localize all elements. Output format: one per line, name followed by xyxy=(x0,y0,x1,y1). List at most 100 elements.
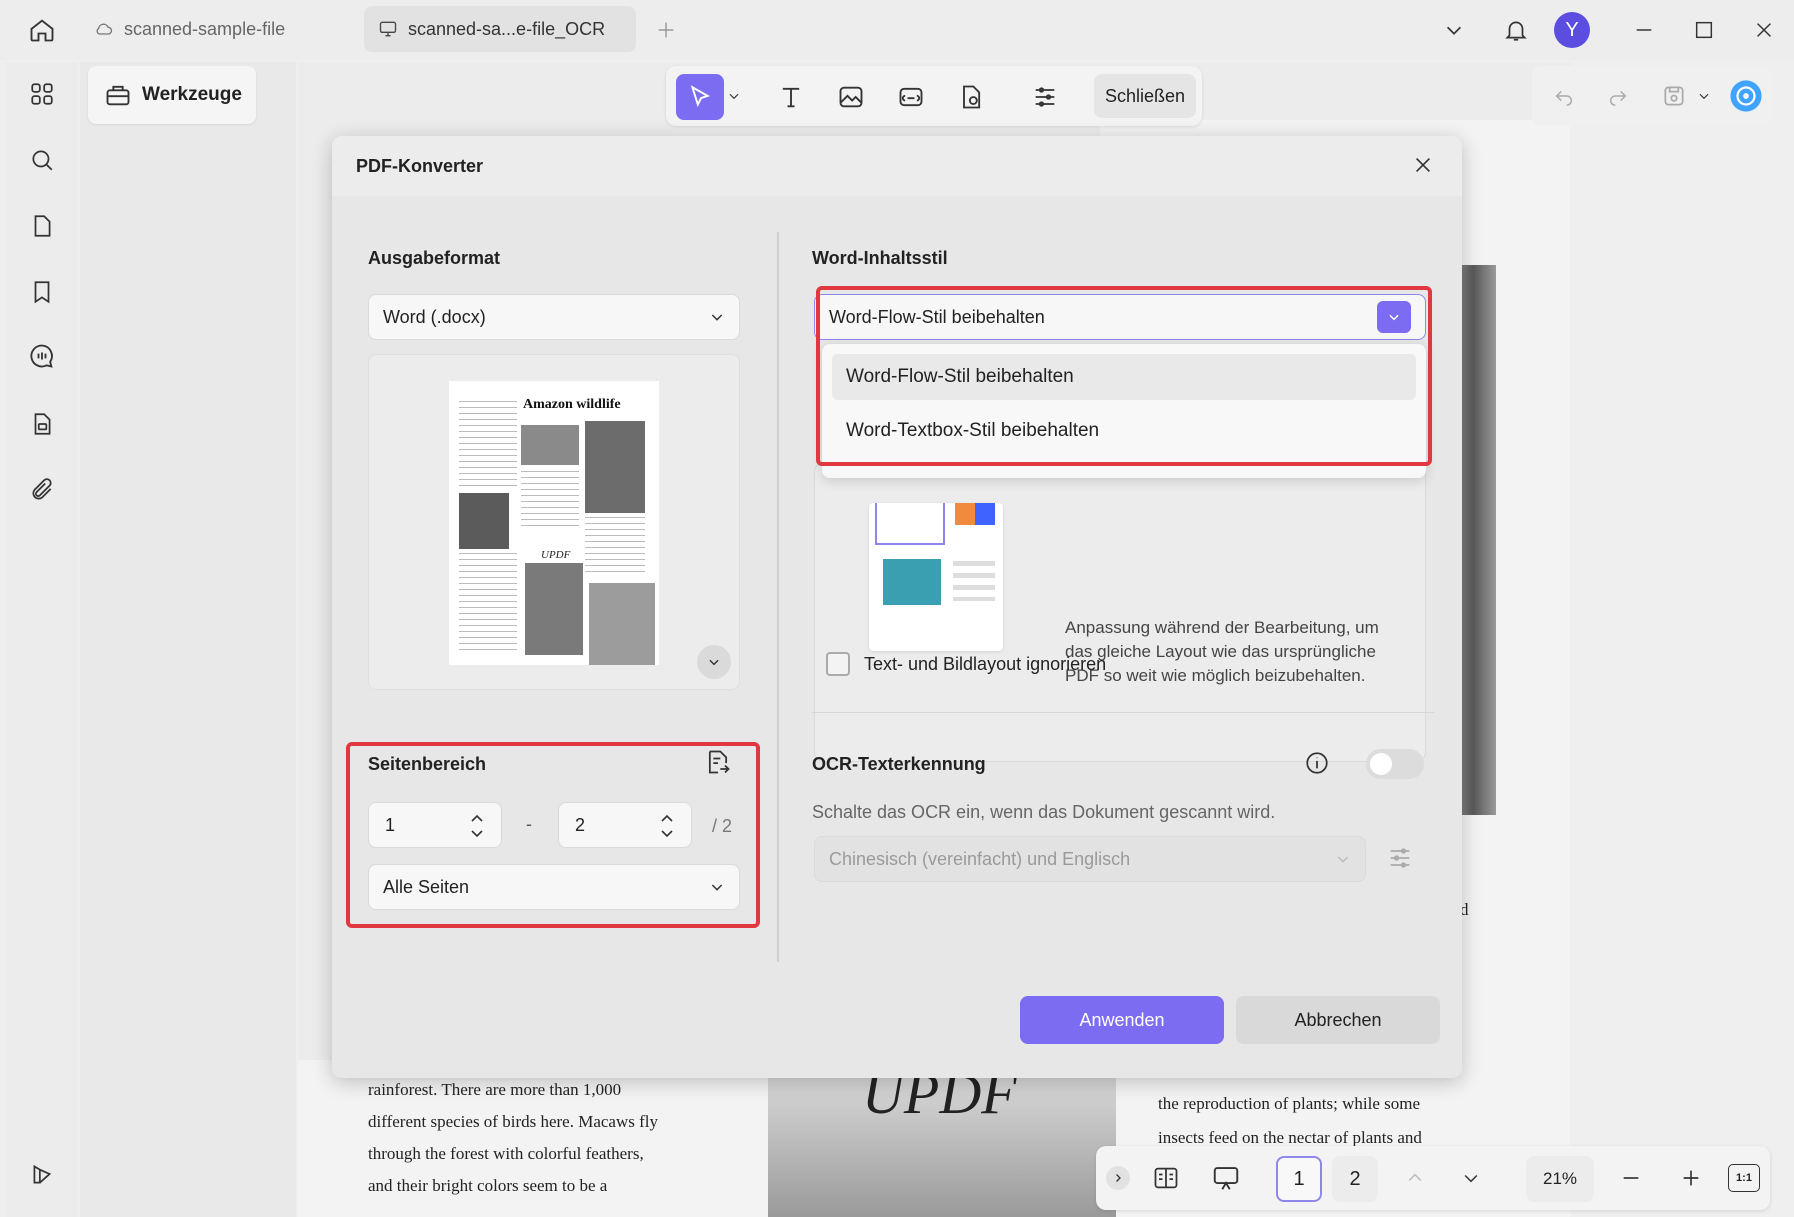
word-style-description-card: Anpassung während der Bearbeitung, um da… xyxy=(814,462,1426,762)
ocr-label: OCR-Texterkennung xyxy=(812,754,986,774)
location-tool-icon[interactable] xyxy=(954,80,988,114)
dialog-header xyxy=(332,136,1462,196)
document-thumbnail: Amazon wildlife UPDF xyxy=(449,381,659,665)
output-format-select[interactable]: Word (.docx) xyxy=(368,294,740,340)
bottom-toolbar: 1 2 21% 1:1 xyxy=(1096,1146,1770,1210)
comment-icon[interactable] xyxy=(24,338,60,374)
zoom-level[interactable]: 21% xyxy=(1526,1156,1594,1202)
search-icon[interactable] xyxy=(24,142,60,178)
ocr-language-value: Chinesisch (vereinfacht) und Englisch xyxy=(829,848,1131,869)
close-icon[interactable] xyxy=(1412,154,1436,178)
ignore-layout-checkbox[interactable] xyxy=(826,652,850,676)
close-window-icon[interactable] xyxy=(1750,16,1778,44)
doc-line: and their bright colors seem to be a xyxy=(368,1176,608,1195)
left-rail xyxy=(6,62,78,1217)
edit-toolbar: Schließen xyxy=(666,66,1202,126)
history-toolbar xyxy=(1532,66,1774,126)
doc-line: insects feed on the nectar of plants and xyxy=(1158,1128,1422,1147)
page-range-highlight xyxy=(346,742,760,928)
minimize-icon[interactable] xyxy=(1630,16,1658,44)
cursor-icon xyxy=(690,85,710,108)
avatar[interactable]: Y xyxy=(1554,12,1590,48)
tab-scanned-sample-file-ocr[interactable]: scanned-sa...e-file_OCR xyxy=(364,6,636,52)
maximize-icon[interactable] xyxy=(1690,16,1718,44)
presentation-icon[interactable] xyxy=(1208,1158,1244,1198)
page-2-button[interactable]: 2 xyxy=(1332,1156,1378,1202)
doc-line: different species of birds here. Macaws … xyxy=(368,1112,658,1131)
word-style-label: Word-Inhaltsstil xyxy=(812,248,948,268)
image-tool-icon[interactable] xyxy=(834,80,868,114)
thumbnail-photo xyxy=(521,425,579,465)
expand-sidebar-button[interactable] xyxy=(1106,1166,1130,1190)
chevron-down-icon[interactable] xyxy=(1456,1158,1486,1198)
redo-icon[interactable] xyxy=(1604,82,1632,110)
thumbnail-watermark: UPDF xyxy=(541,549,571,561)
illustration-lines xyxy=(953,561,995,601)
doc-line: the reproduction of plants; while some xyxy=(1158,1094,1421,1113)
pdf-converter-dialog: PDF-Konverter Ausgabeformat Word (.docx)… xyxy=(332,136,1462,1078)
bell-icon[interactable] xyxy=(1500,14,1532,46)
tab-label: scanned-sa...e-file_OCR xyxy=(408,18,606,39)
home-icon[interactable] xyxy=(24,12,60,48)
doc-line: rainforest. There are more than 1,000 xyxy=(368,1080,622,1099)
zoom-in-icon[interactable] xyxy=(1676,1158,1706,1198)
expand-preview-button[interactable] xyxy=(697,645,731,679)
chevron-right-icon xyxy=(1116,1174,1121,1182)
page-icon[interactable] xyxy=(24,208,60,244)
doc-line: through the forest with colorful feather… xyxy=(368,1144,644,1163)
section-divider xyxy=(812,712,1434,713)
output-format-value: Word (.docx) xyxy=(383,306,486,327)
tools-button[interactable]: Werkzeuge xyxy=(88,66,256,124)
tab-label: scanned-sample-file xyxy=(124,18,286,39)
ai-assistant-icon[interactable] xyxy=(1728,78,1764,114)
new-tab-plus-icon[interactable] xyxy=(652,16,680,44)
settings-sliders-icon[interactable] xyxy=(1028,80,1062,114)
ignore-layout-label: Text- und Bildlayout ignorieren xyxy=(864,654,1107,674)
bookmark-icon[interactable] xyxy=(24,274,60,310)
thumbnail-photo xyxy=(585,421,645,513)
select-tool-button[interactable] xyxy=(676,74,724,120)
toggle-knob xyxy=(1370,753,1392,775)
page-layout-icon[interactable] xyxy=(1148,1158,1184,1198)
text-tool-icon[interactable] xyxy=(774,80,808,114)
tab-scanned-sample-file[interactable]: scanned-sample-file xyxy=(80,6,352,52)
ocr-hint: Schalte das OCR ein, wenn das Dokument g… xyxy=(812,802,1276,822)
save-icon[interactable] xyxy=(1658,80,1690,112)
cancel-button[interactable]: Abbrechen xyxy=(1236,996,1440,1044)
undo-icon[interactable] xyxy=(1550,82,1578,110)
chevron-down-icon[interactable] xyxy=(1694,86,1714,106)
chevron-down-icon xyxy=(1337,856,1349,863)
close-edit-button[interactable]: Schließen xyxy=(1094,74,1196,118)
layout-illustration xyxy=(869,503,1003,651)
zoom-out-icon[interactable] xyxy=(1616,1158,1646,1198)
attachment-icon[interactable] xyxy=(24,472,60,508)
dialog-title: PDF-Konverter xyxy=(356,156,484,176)
monitor-icon xyxy=(379,21,397,37)
ocr-settings-icon[interactable] xyxy=(1386,844,1416,874)
chevron-up-icon[interactable] xyxy=(1400,1158,1430,1198)
link-tool-icon[interactable] xyxy=(894,80,928,114)
tools-panel xyxy=(80,62,296,1217)
apply-button[interactable]: Anwenden xyxy=(1020,996,1224,1044)
grid-apps-icon[interactable] xyxy=(24,76,60,112)
layers-icon[interactable] xyxy=(24,1156,60,1192)
thumbnail-photo xyxy=(589,583,655,665)
ocr-toggle[interactable] xyxy=(1366,749,1424,779)
toolbox-icon xyxy=(106,85,130,106)
actual-size-button[interactable]: 1:1 xyxy=(1728,1164,1760,1192)
form-icon[interactable] xyxy=(24,406,60,442)
column-divider xyxy=(777,232,779,962)
chevron-down-icon[interactable] xyxy=(724,86,744,106)
chevron-down-icon xyxy=(711,314,723,321)
page-1-button[interactable]: 1 xyxy=(1276,1156,1322,1202)
chevron-down-icon[interactable] xyxy=(1440,16,1468,44)
info-icon[interactable] xyxy=(1304,750,1330,776)
cloud-icon xyxy=(96,23,113,35)
word-style-highlight xyxy=(816,286,1432,466)
thumbnail-photo xyxy=(525,563,583,655)
word-style-description: Anpassung während der Bearbeitung, um da… xyxy=(1065,618,1379,685)
ocr-language-select[interactable]: Chinesisch (vereinfacht) und Englisch xyxy=(814,836,1366,882)
thumbnail-text-column xyxy=(459,401,517,491)
format-preview: Amazon wildlife UPDF xyxy=(368,354,740,690)
thumbnail-text-column xyxy=(585,517,645,577)
